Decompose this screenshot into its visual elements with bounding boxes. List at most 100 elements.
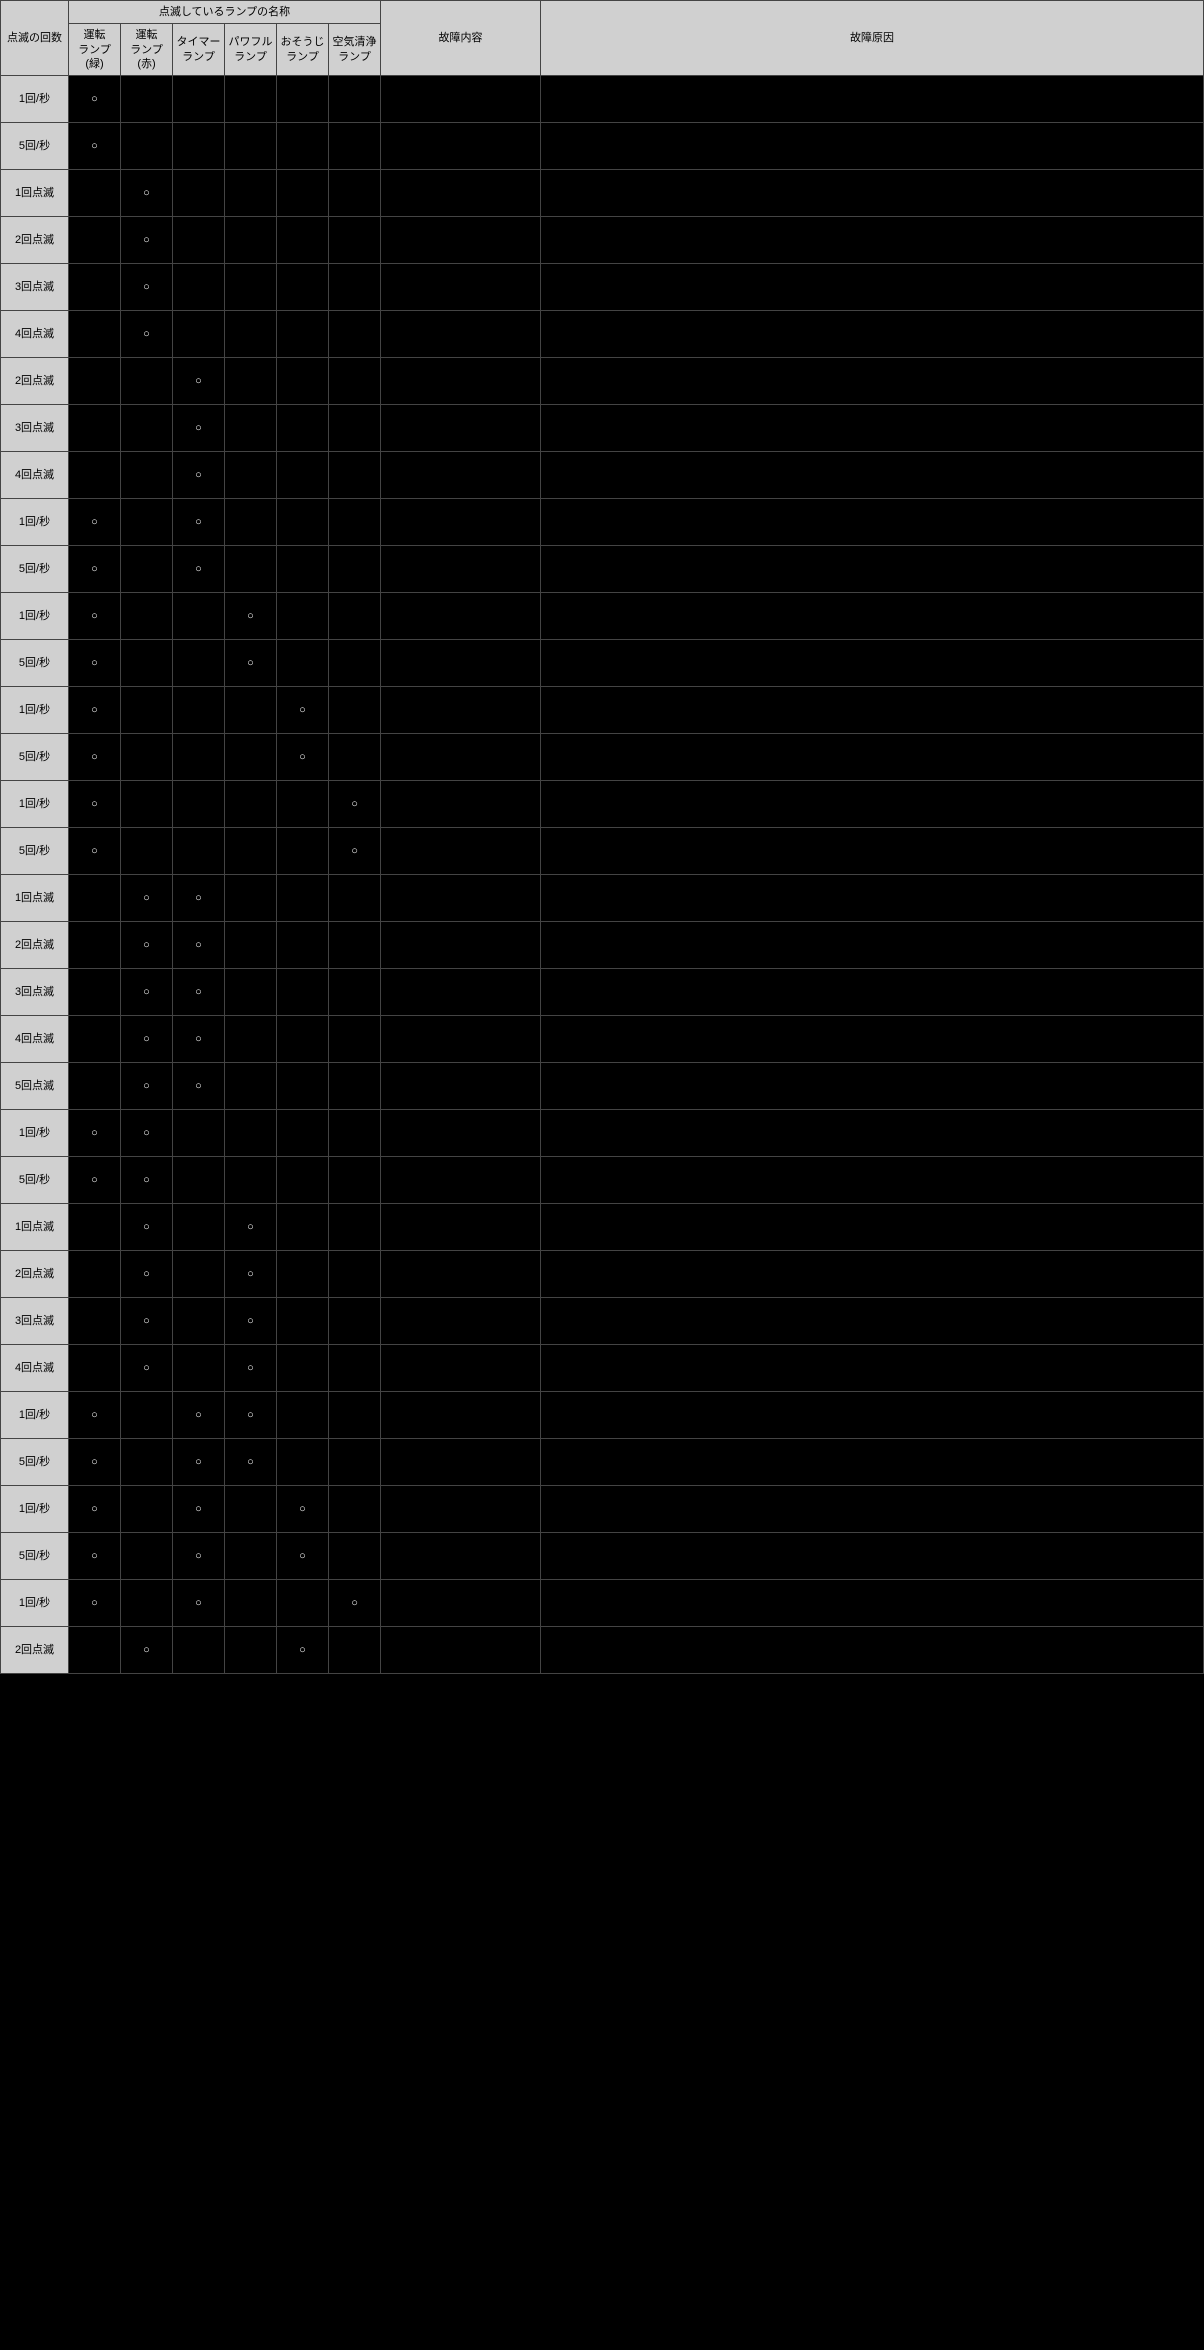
cell-count: 5回/秒: [1, 640, 69, 687]
cell-lamp-4: [277, 781, 329, 828]
cell-lamp-2: [173, 217, 225, 264]
table-row: 2回点滅○: [1, 217, 1204, 264]
cell-cause: [541, 170, 1204, 217]
cell-count: 1回/秒: [1, 1392, 69, 1439]
cell-lamp-2: [173, 781, 225, 828]
cell-lamp-1: ○: [121, 264, 173, 311]
table-row: 3回点滅○: [1, 264, 1204, 311]
cell-lamp-1: [121, 405, 173, 452]
cell-lamp-4: [277, 1110, 329, 1157]
cell-lamp-4: [277, 1439, 329, 1486]
cell-count: 2回点滅: [1, 1251, 69, 1298]
cell-lamp-5: [329, 311, 381, 358]
table-row: 5回/秒○○: [1, 828, 1204, 875]
cell-cause: [541, 76, 1204, 123]
cell-content: [381, 1392, 541, 1439]
cell-lamp-3: [225, 781, 277, 828]
cell-lamp-1: ○: [121, 1110, 173, 1157]
cell-content: [381, 1157, 541, 1204]
cell-lamp-1: ○: [121, 1345, 173, 1392]
cell-lamp-1: [121, 1439, 173, 1486]
cell-content: [381, 1580, 541, 1627]
cell-lamp-5: [329, 969, 381, 1016]
cell-count: 1回/秒: [1, 593, 69, 640]
cell-count: 5回/秒: [1, 546, 69, 593]
cell-lamp-4: ○: [277, 734, 329, 781]
cell-lamp-4: [277, 1063, 329, 1110]
cell-cause: [541, 875, 1204, 922]
cell-lamp-4: [277, 1392, 329, 1439]
cell-lamp-5: [329, 1204, 381, 1251]
cell-lamp-4: [277, 1204, 329, 1251]
cell-lamp-4: [277, 170, 329, 217]
cell-lamp-2: ○: [173, 1533, 225, 1580]
cell-lamp-0: [69, 1345, 121, 1392]
cell-lamp-3: [225, 687, 277, 734]
table-row: 5回/秒○: [1, 123, 1204, 170]
cell-lamp-0: ○: [69, 1157, 121, 1204]
cell-content: [381, 76, 541, 123]
cell-lamp-0: [69, 922, 121, 969]
cell-lamp-1: ○: [121, 1204, 173, 1251]
cell-lamp-5: [329, 217, 381, 264]
cell-lamp-0: ○: [69, 123, 121, 170]
cell-lamp-0: ○: [69, 1110, 121, 1157]
cell-lamp-4: [277, 264, 329, 311]
cell-count: 1回/秒: [1, 1486, 69, 1533]
cell-lamp-0: ○: [69, 640, 121, 687]
cell-lamp-4: [277, 358, 329, 405]
cell-lamp-0: [69, 969, 121, 1016]
cell-lamp-1: ○: [121, 311, 173, 358]
cell-lamp-3: [225, 499, 277, 546]
cell-lamp-2: ○: [173, 546, 225, 593]
table-row: 1回/秒○○: [1, 1110, 1204, 1157]
cell-content: [381, 1251, 541, 1298]
cell-lamp-3: ○: [225, 1439, 277, 1486]
cell-lamp-3: [225, 1016, 277, 1063]
cell-lamp-0: [69, 875, 121, 922]
cell-cause: [541, 1016, 1204, 1063]
header-cause: 故障原因: [541, 1, 1204, 76]
table-row: 2回点滅○: [1, 358, 1204, 405]
header-lamp-group: 点滅しているランプの名称: [69, 1, 381, 24]
cell-count: 1回点滅: [1, 875, 69, 922]
cell-lamp-1: [121, 1580, 173, 1627]
cell-lamp-2: ○: [173, 1580, 225, 1627]
cell-lamp-0: [69, 1016, 121, 1063]
cell-lamp-3: [225, 1486, 277, 1533]
cell-lamp-4: [277, 1345, 329, 1392]
cell-cause: [541, 734, 1204, 781]
table-row: 1回/秒○○○: [1, 1486, 1204, 1533]
table-row: 2回点滅○○: [1, 922, 1204, 969]
cell-content: [381, 1345, 541, 1392]
cell-lamp-5: [329, 1439, 381, 1486]
cell-content: [381, 499, 541, 546]
cell-lamp-1: [121, 1533, 173, 1580]
cell-cause: [541, 311, 1204, 358]
table-row: 1回点滅○○: [1, 1204, 1204, 1251]
cell-lamp-1: ○: [121, 1298, 173, 1345]
cell-lamp-5: [329, 922, 381, 969]
cell-count: 5回/秒: [1, 123, 69, 170]
cell-content: [381, 640, 541, 687]
cell-lamp-2: [173, 311, 225, 358]
cell-content: [381, 217, 541, 264]
cell-lamp-4: [277, 1251, 329, 1298]
cell-content: [381, 452, 541, 499]
table-row: 1回/秒○○: [1, 499, 1204, 546]
cell-lamp-2: [173, 1157, 225, 1204]
cell-count: 2回点滅: [1, 1627, 69, 1674]
table-row: 3回点滅○○: [1, 969, 1204, 1016]
table-row: 1回/秒○○○: [1, 1392, 1204, 1439]
table-row: 1回/秒○○○: [1, 1580, 1204, 1627]
table-body: 1回/秒○5回/秒○1回点滅○2回点滅○3回点滅○4回点滅○2回点滅○3回点滅○…: [1, 76, 1204, 1674]
cell-lamp-5: [329, 123, 381, 170]
cell-count: 4回点滅: [1, 311, 69, 358]
cell-lamp-3: [225, 1627, 277, 1674]
cell-count: 2回点滅: [1, 358, 69, 405]
cell-lamp-5: [329, 687, 381, 734]
cell-count: 1回点滅: [1, 170, 69, 217]
cell-lamp-4: [277, 76, 329, 123]
cell-lamp-2: [173, 1298, 225, 1345]
cell-lamp-1: ○: [121, 969, 173, 1016]
